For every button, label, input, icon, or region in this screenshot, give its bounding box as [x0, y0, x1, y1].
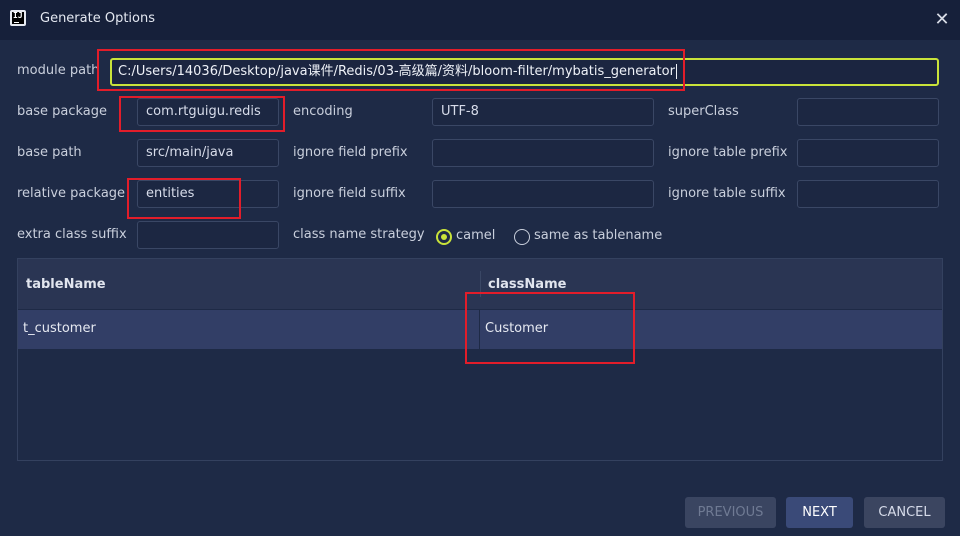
intellij-app-icon: IJ: [10, 10, 26, 26]
superclass-label: superClass: [668, 104, 739, 119]
ignore-field-suffix-input[interactable]: [432, 180, 654, 208]
extra-class-suffix-label: extra class suffix: [17, 227, 127, 242]
camel-radio[interactable]: [436, 229, 452, 245]
encoding-label: encoding: [293, 104, 353, 119]
relative-package-label: relative package: [17, 186, 126, 201]
close-icon[interactable]: ✕: [931, 9, 953, 31]
cancel-button[interactable]: CANCEL: [864, 497, 945, 528]
cell-classname[interactable]: Customer: [485, 321, 548, 336]
table-header: tableName className: [18, 259, 942, 309]
camel-radio-label[interactable]: camel: [456, 228, 495, 243]
ignore-table-prefix-input[interactable]: [797, 139, 939, 167]
ignore-table-suffix-label: ignore table suffix: [668, 186, 786, 201]
dialog-title: Generate Options: [40, 11, 156, 26]
previous-button[interactable]: PREVIOUS: [685, 497, 776, 528]
table-row[interactable]: t_customer Customer: [18, 310, 942, 349]
column-header-classname[interactable]: className: [488, 277, 566, 292]
title-bar: IJ Generate Options ✕: [0, 0, 960, 40]
column-header-tablename[interactable]: tableName: [26, 277, 106, 292]
extra-class-suffix-input[interactable]: [137, 221, 279, 249]
table-mapping: tableName className t_customer Customer: [17, 258, 943, 461]
superclass-input[interactable]: [797, 98, 939, 126]
relative-package-input[interactable]: entities: [137, 180, 279, 208]
ignore-table-suffix-input[interactable]: [797, 180, 939, 208]
module-path-label: module path: [17, 63, 100, 78]
next-button[interactable]: NEXT: [786, 497, 853, 528]
app-icon-text: IJ: [13, 11, 23, 20]
same-as-tablename-radio[interactable]: [514, 229, 530, 245]
ignore-field-prefix-label: ignore field prefix: [293, 145, 408, 160]
base-path-input[interactable]: src/main/java: [137, 139, 279, 167]
base-path-label: base path: [17, 145, 82, 160]
ignore-field-prefix-input[interactable]: [432, 139, 654, 167]
encoding-input[interactable]: UTF-8: [432, 98, 654, 126]
same-as-tablename-radio-label[interactable]: same as tablename: [534, 228, 662, 243]
class-name-strategy-label: class name strategy: [293, 227, 425, 242]
base-package-input[interactable]: com.rtguigu.redis: [137, 98, 279, 126]
module-path-value: C:/Users/14036/Desktop/java课件/Redis/03-高…: [118, 64, 675, 79]
module-path-input[interactable]: C:/Users/14036/Desktop/java课件/Redis/03-高…: [110, 58, 939, 86]
ignore-field-suffix-label: ignore field suffix: [293, 186, 406, 201]
base-package-label: base package: [17, 104, 108, 119]
cell-tablename: t_customer: [23, 321, 96, 336]
text-cursor: [675, 64, 677, 79]
ignore-table-prefix-label: ignore table prefix: [668, 145, 788, 160]
column-divider[interactable]: [480, 271, 481, 297]
